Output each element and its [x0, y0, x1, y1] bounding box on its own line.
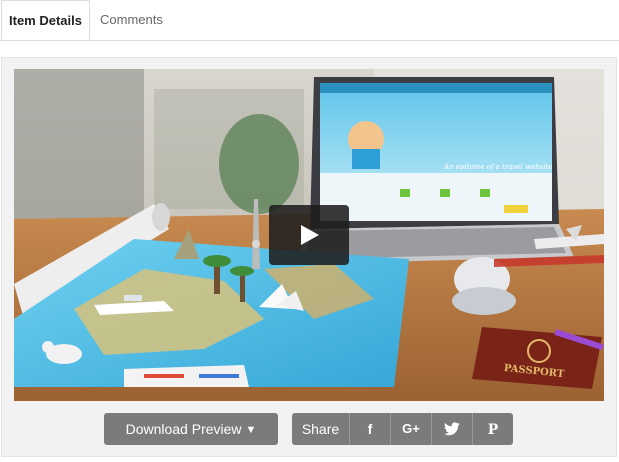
pinterest-icon: P	[487, 422, 499, 438]
play-button[interactable]	[269, 205, 349, 265]
tab-item-details[interactable]: Item Details	[1, 0, 90, 40]
google-plus-icon: G+	[402, 421, 420, 436]
laptop-banner-text: An epitome of a travel website	[443, 163, 552, 171]
tab-comments[interactable]: Comments	[100, 0, 163, 40]
tab-bar: Item Details Comments	[0, 0, 619, 41]
play-icon	[301, 225, 319, 245]
facebook-icon: f	[367, 421, 373, 437]
download-preview-label: Download Preview	[125, 421, 242, 437]
facebook-share-button[interactable]: f	[349, 413, 390, 445]
download-preview-button[interactable]: Download Preview ▼	[104, 413, 278, 445]
download-arrow-icon: ▼	[245, 424, 257, 436]
google-plus-share-button[interactable]: G+	[390, 413, 431, 445]
twitter-icon	[444, 422, 460, 436]
video-preview[interactable]: An epitome of a travel website PASSPORT	[14, 69, 604, 401]
share-label-button[interactable]: Share	[292, 413, 349, 445]
twitter-share-button[interactable]	[431, 413, 472, 445]
pinterest-share-button[interactable]: P	[472, 413, 513, 445]
